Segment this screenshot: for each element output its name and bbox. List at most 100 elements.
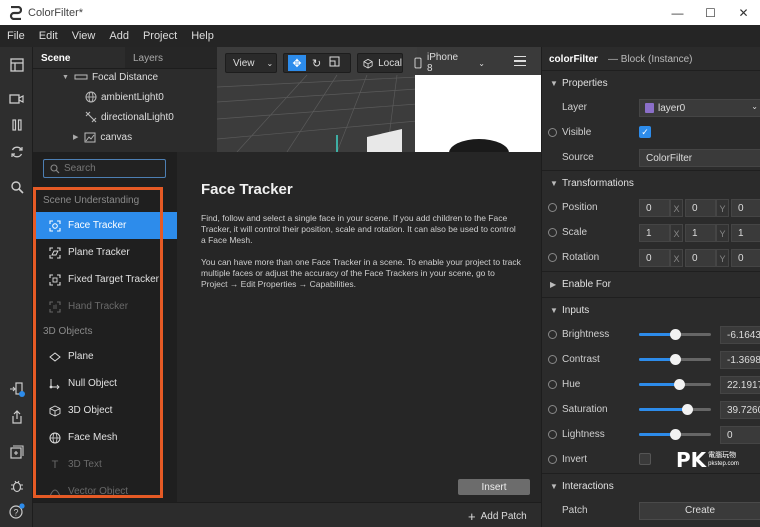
phone-icon	[414, 57, 422, 69]
search-input[interactable]: Search	[43, 159, 166, 178]
tree-item-directional-light[interactable]: directionalLight0	[33, 107, 217, 127]
invert-checkbox[interactable]	[639, 453, 651, 465]
list-item-face-mesh[interactable]: Face Mesh	[35, 424, 177, 451]
pause-icon[interactable]	[8, 116, 25, 133]
input-value-field[interactable]: 22.1917	[720, 375, 760, 394]
move-tool-icon[interactable]: ✥	[288, 55, 306, 71]
menu-add[interactable]: Add	[102, 30, 136, 42]
rotation-y-field[interactable]: 0	[685, 248, 716, 267]
scale-tool-icon[interactable]	[329, 56, 340, 70]
slider-handle[interactable]	[682, 404, 694, 415]
connect-port-icon[interactable]	[548, 430, 557, 439]
focal-distance-icon	[74, 74, 88, 80]
zoom-icon[interactable]	[8, 178, 25, 195]
menu-file[interactable]: File	[0, 30, 32, 42]
input-slider[interactable]	[639, 329, 711, 340]
window-title: ColorFilter*	[28, 6, 84, 19]
section-interactions[interactable]: ▼ Interactions	[542, 473, 760, 498]
view-dropdown[interactable]: View ⌄	[225, 53, 277, 73]
connect-port-icon[interactable]	[548, 380, 557, 389]
layer-dropdown[interactable]: layer0 ⌄	[639, 98, 760, 117]
connect-port-icon[interactable]	[548, 203, 557, 212]
rotation-z-field[interactable]: 0	[731, 248, 760, 267]
maximize-button[interactable]: ☐	[694, 0, 727, 25]
share-icon[interactable]	[8, 408, 25, 425]
list-item-plane[interactable]: Plane	[35, 343, 177, 370]
input-slider[interactable]	[639, 429, 711, 440]
section-inputs[interactable]: ▼ Inputs	[542, 297, 760, 322]
input-value-field[interactable]: -1.36986	[720, 350, 760, 369]
camera-icon[interactable]	[8, 90, 25, 107]
text-icon: T	[51, 458, 59, 471]
input-value-field[interactable]: 39.7260	[720, 400, 760, 419]
menu-help[interactable]: Help	[184, 30, 221, 42]
insert-button[interactable]: Insert	[458, 479, 530, 495]
create-patch-button[interactable]: Create	[639, 502, 760, 520]
list-item-face-tracker[interactable]: Face Tracker	[35, 212, 177, 239]
connect-port-icon[interactable]	[548, 455, 557, 464]
close-button[interactable]: ✕	[727, 0, 760, 25]
collapse-arrow-icon[interactable]: ▼	[62, 74, 69, 81]
list-item-plane-tracker[interactable]: Plane Tracker	[35, 239, 177, 266]
menu-project[interactable]: Project	[136, 30, 184, 42]
scale-x-field[interactable]: 1	[639, 223, 670, 242]
slider-handle[interactable]	[673, 379, 685, 390]
local-space-toggle[interactable]: Local	[357, 53, 403, 73]
connect-port-icon[interactable]	[548, 228, 557, 237]
expand-arrow-icon[interactable]: ▶	[73, 133, 78, 141]
slider-handle[interactable]	[670, 354, 681, 365]
input-value-field[interactable]: 0	[720, 425, 760, 444]
device-dropdown[interactable]: iPhone 8 ⌄	[409, 52, 485, 74]
input-slider[interactable]	[639, 404, 711, 415]
tab-scene[interactable]: Scene	[33, 47, 125, 68]
rotate-tool-icon[interactable]: ↻	[312, 57, 321, 70]
tree-item-ambient-light[interactable]: ambientLight0	[33, 87, 217, 107]
list-item-fixed-target-tracker[interactable]: Fixed Target Tracker	[35, 266, 177, 293]
list-item-3d-object[interactable]: 3D Object	[35, 397, 177, 424]
section-transformations[interactable]: ▼ Transformations	[542, 170, 760, 195]
collapse-arrow-icon: ▼	[550, 481, 558, 491]
rotation-x-field[interactable]: 0	[639, 248, 670, 267]
add-patch-button[interactable]: + Add Patch	[468, 509, 527, 524]
viewport[interactable]: View ⌄ ✥ ↻ Local iPhone 8 ⌄	[217, 47, 541, 152]
slider-handle[interactable]	[670, 429, 681, 440]
list-item-null-object[interactable]: Null Object	[35, 370, 177, 397]
add-asset-icon[interactable]	[8, 443, 25, 460]
position-z-field[interactable]: 0	[731, 198, 760, 217]
source-field[interactable]: ColorFilter	[639, 148, 760, 167]
section-enable-for[interactable]: ▶ Enable For	[542, 271, 760, 296]
inspector-header: colorFilter — Block (Instance)	[542, 47, 760, 72]
position-x-field[interactable]: 0	[639, 198, 670, 217]
layer-row: Layer layer0 ⌄	[542, 95, 760, 120]
input-slider[interactable]	[639, 379, 711, 390]
input-slider[interactable]	[639, 354, 711, 365]
refresh-icon[interactable]	[8, 143, 25, 160]
position-y-field[interactable]: 0	[685, 198, 716, 217]
menu-edit[interactable]: Edit	[32, 30, 65, 42]
connect-port-icon[interactable]	[548, 253, 557, 262]
help-icon[interactable]: ?	[8, 502, 25, 519]
connect-port-icon[interactable]	[548, 128, 557, 137]
expand-arrow-icon: ▶	[550, 279, 557, 289]
minimize-button[interactable]: —	[661, 0, 694, 25]
bug-icon[interactable]	[8, 477, 25, 494]
connect-port-icon[interactable]	[548, 330, 557, 339]
connect-port-icon[interactable]	[548, 405, 557, 414]
plane-icon	[48, 350, 62, 364]
hamburger-menu-icon[interactable]	[514, 56, 526, 66]
tree-item-canvas[interactable]: ▶ canvas	[33, 127, 217, 147]
menu-view[interactable]: View	[65, 30, 103, 42]
slider-handle[interactable]	[670, 329, 681, 340]
insert-modal: Search Scene Understanding Face Tracker …	[33, 152, 541, 527]
scale-z-field[interactable]: 1	[731, 223, 760, 242]
visible-checkbox[interactable]: ✓	[639, 126, 651, 138]
input-value-field[interactable]: -6.16438	[720, 325, 760, 344]
layout-icon[interactable]	[8, 56, 25, 73]
connect-port-icon[interactable]	[548, 355, 557, 364]
tree-item-focal-distance[interactable]: ▼ Focal Distance	[33, 67, 217, 87]
app-logo-icon	[9, 5, 22, 20]
section-properties[interactable]: ▼ Properties	[542, 70, 760, 95]
tab-layers[interactable]: Layers	[125, 47, 217, 68]
device-preview-icon[interactable]	[8, 381, 25, 398]
scale-y-field[interactable]: 1	[685, 223, 716, 242]
